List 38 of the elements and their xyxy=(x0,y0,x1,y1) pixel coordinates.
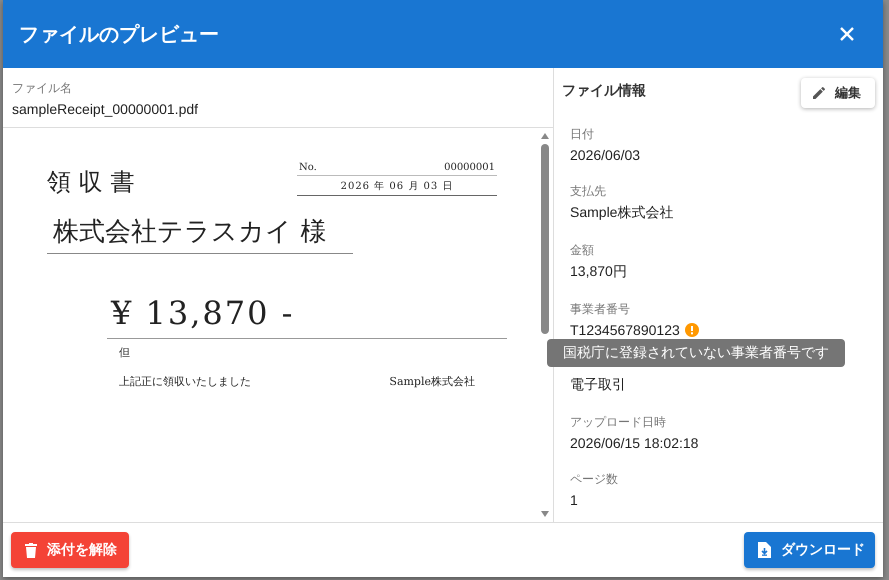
file-name: sampleReceipt_00000001.pdf xyxy=(12,101,200,117)
pencil-icon xyxy=(811,85,827,101)
receipt-number-label: No. xyxy=(299,162,317,173)
warning-icon xyxy=(684,323,699,337)
receipt-recipient: 株式会社テラスカイ 様 xyxy=(47,214,353,254)
scrollbar-thumb[interactable] xyxy=(541,144,549,334)
scroll-down-arrow-icon[interactable] xyxy=(540,510,550,518)
field-label: アップロード日時 xyxy=(570,414,667,431)
download-button[interactable]: ダウンロード xyxy=(744,532,875,568)
trash-icon xyxy=(25,542,37,558)
close-icon xyxy=(839,26,855,42)
field-label: 日付 xyxy=(570,126,595,143)
field-value: 1 xyxy=(570,492,578,508)
dialog-title: ファイルのプレビュー xyxy=(19,22,219,48)
file-name-label: ファイル名 xyxy=(12,80,73,97)
edit-button[interactable]: 編集 xyxy=(801,78,875,108)
file-download-icon xyxy=(758,542,771,558)
detach-button[interactable]: 添付を解除 xyxy=(11,532,129,568)
receipt-amount: ¥ 13,870 - xyxy=(111,294,296,332)
receipt-proviso: 但 xyxy=(119,345,131,360)
file-info-title: ファイル情報 xyxy=(562,82,646,100)
receipt-note: 上記正に領収いたしました xyxy=(119,374,251,389)
field-value: 13,870円 xyxy=(570,263,627,281)
tooltip: 国税庁に登録されていない事業者番号です xyxy=(547,339,845,367)
field-label: 支払先 xyxy=(570,183,607,200)
field-label: 事業者番号 xyxy=(570,301,631,318)
scroll-up-arrow-icon[interactable] xyxy=(540,132,550,140)
field-label: 金額 xyxy=(570,242,595,259)
field-value: T1234567890123 xyxy=(570,322,680,338)
receipt-issuer: Sample株式会社 xyxy=(389,374,475,389)
field-label: ページ数 xyxy=(570,471,619,488)
receipt-date: 2026 年 06 月 03 日 xyxy=(297,176,497,196)
receipt-number: 00000001 xyxy=(444,162,495,173)
field-value: 電子取引 xyxy=(570,376,626,394)
field-value: 2026/06/15 18:02:18 xyxy=(570,435,698,451)
field-value: 2026/06/03 xyxy=(570,147,640,163)
field-value: Sample株式会社 xyxy=(570,204,674,222)
receipt-title: 領 収 書 xyxy=(47,167,134,198)
